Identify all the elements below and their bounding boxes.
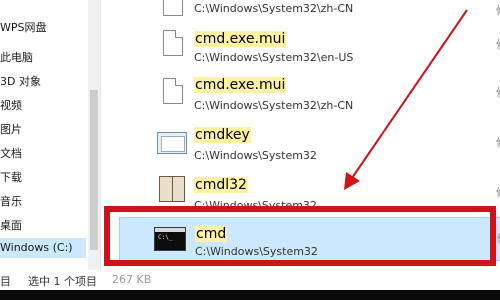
status-items-count: 目 [0,275,11,288]
status-selected-count: 选中 1 个项目 [28,275,97,288]
status-selected-size: 267 KB [112,273,152,286]
taskbar-edge [0,290,500,300]
annotation-arrow-icon [344,9,468,190]
status-bar: 目 选中 1 个项目 267 KB [0,270,500,290]
